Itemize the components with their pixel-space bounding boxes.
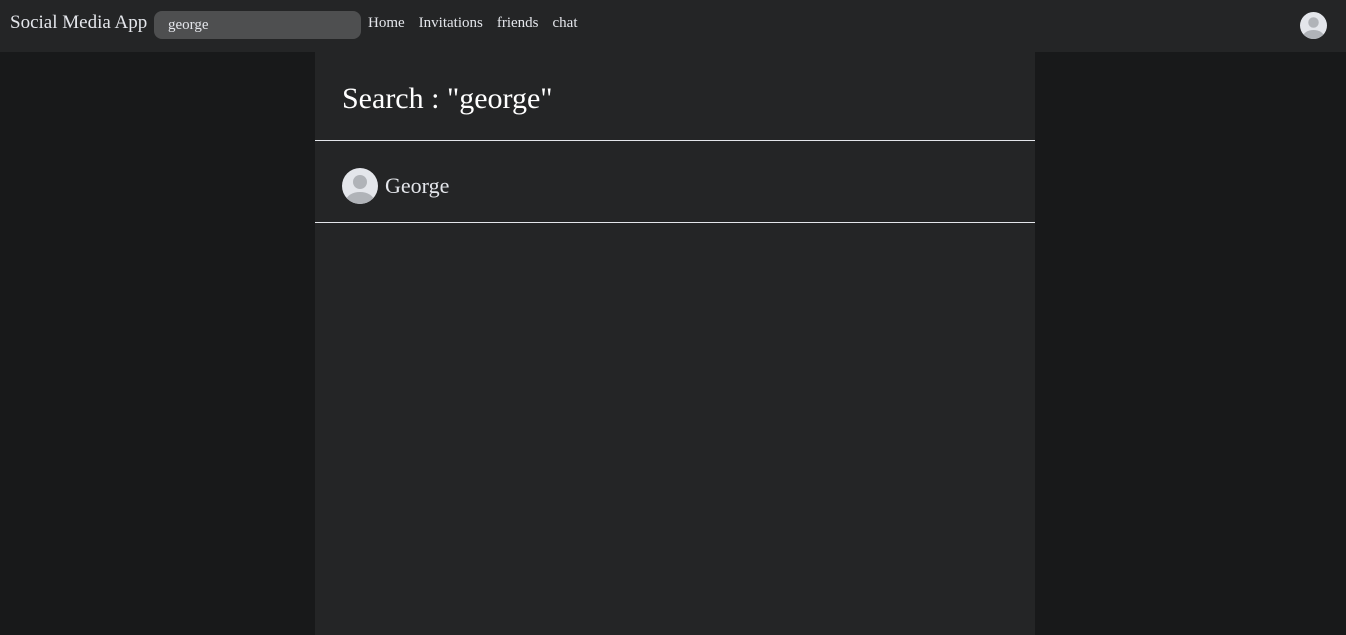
nav-link-chat[interactable]: chat: [553, 15, 578, 32]
divider: [315, 140, 1035, 141]
user-avatar-icon[interactable]: [1300, 12, 1327, 39]
divider: [315, 222, 1035, 223]
nav-link-friends[interactable]: friends: [497, 15, 539, 32]
navbar: Social Media App Home Invitations friend…: [0, 0, 1346, 52]
nav-links: Home Invitations friends chat: [368, 15, 577, 32]
nav-link-home[interactable]: Home: [368, 15, 405, 32]
app-brand[interactable]: Social Media App: [10, 12, 147, 34]
search-results-panel: Search : "george" George: [315, 52, 1035, 635]
search-result-item[interactable]: George: [342, 168, 449, 204]
search-result-name[interactable]: George: [385, 173, 449, 199]
page-title: Search : "george": [342, 82, 553, 115]
user-avatar-icon[interactable]: [342, 168, 378, 204]
search-input[interactable]: [154, 11, 361, 39]
nav-link-invitations[interactable]: Invitations: [419, 15, 483, 32]
